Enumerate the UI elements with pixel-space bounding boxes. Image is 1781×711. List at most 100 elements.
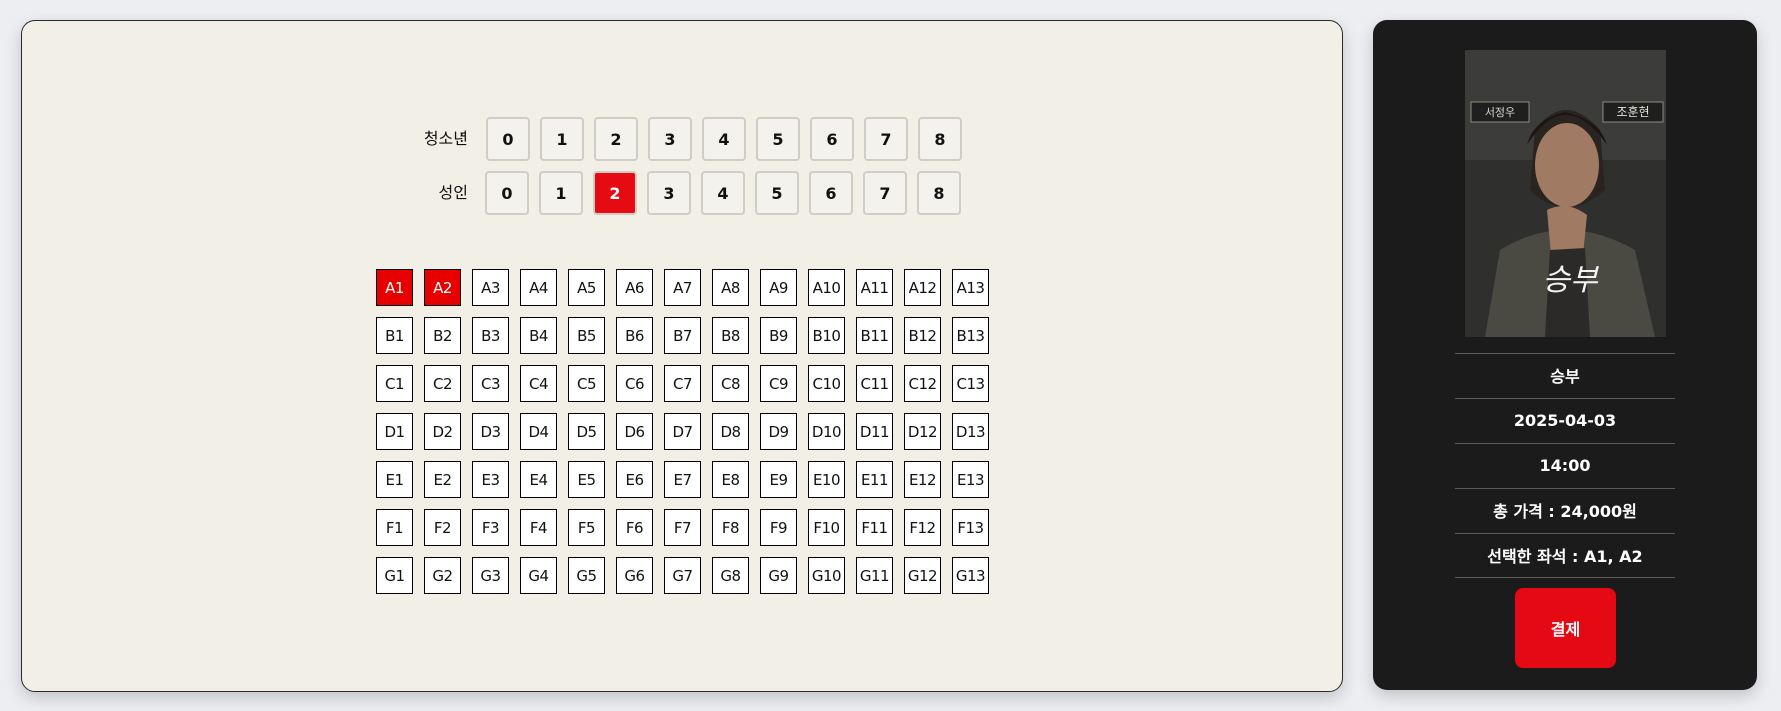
seat-A9[interactable]: A9 (760, 269, 797, 306)
seat-F10[interactable]: F10 (808, 509, 845, 546)
seat-B1[interactable]: B1 (376, 317, 413, 354)
seat-map: A1 A2 A3 A4 A5 A6 A7 A8 A9 A10 A11 A12 A13 B1 B2 B3 B4 B5… (22, 21, 1342, 691)
seat-F9[interactable]: F9 (760, 509, 797, 546)
seat-C1[interactable]: C1 (376, 365, 413, 402)
poster-nameplate-left: 서정우 (1485, 106, 1515, 119)
seat-D4[interactable]: D4 (520, 413, 557, 450)
seat-F11[interactable]: F11 (856, 509, 893, 546)
seat-B10[interactable]: B10 (808, 317, 845, 354)
seat-B7[interactable]: B7 (664, 317, 701, 354)
seat-F13[interactable]: F13 (952, 509, 989, 546)
poster-illustration: 서정우 조훈현 승부 (1465, 50, 1666, 337)
seat-D3[interactable]: D3 (472, 413, 509, 450)
seat-E13[interactable]: E13 (952, 461, 989, 498)
seat-D5[interactable]: D5 (568, 413, 605, 450)
seat-F6[interactable]: F6 (616, 509, 653, 546)
seat-B3[interactable]: B3 (472, 317, 509, 354)
seat-A5[interactable]: A5 (568, 269, 605, 306)
seat-E10[interactable]: E10 (808, 461, 845, 498)
seat-G6[interactable]: G6 (616, 557, 653, 594)
selected-seats: 선택한 좌석 : A1, A2 (1487, 547, 1643, 566)
seat-A6[interactable]: A6 (616, 269, 653, 306)
seat-A8[interactable]: A8 (712, 269, 749, 306)
seat-E1[interactable]: E1 (376, 461, 413, 498)
seat-F12[interactable]: F12 (904, 509, 941, 546)
movie-poster: 서정우 조훈현 승부 (1465, 50, 1666, 337)
seat-C5[interactable]: C5 (568, 365, 605, 402)
seat-E2[interactable]: E2 (424, 461, 461, 498)
seat-B9[interactable]: B9 (760, 317, 797, 354)
seat-D9[interactable]: D9 (760, 413, 797, 450)
seat-D2[interactable]: D2 (424, 413, 461, 450)
seat-G4[interactable]: G4 (520, 557, 557, 594)
seat-C12[interactable]: C12 (904, 365, 941, 402)
seat-G11[interactable]: G11 (856, 557, 893, 594)
seat-E7[interactable]: E7 (664, 461, 701, 498)
seat-D11[interactable]: D11 (856, 413, 893, 450)
seat-E11[interactable]: E11 (856, 461, 893, 498)
seat-B13[interactable]: B13 (952, 317, 989, 354)
seat-G8[interactable]: G8 (712, 557, 749, 594)
seat-G2[interactable]: G2 (424, 557, 461, 594)
seat-D10[interactable]: D10 (808, 413, 845, 450)
seat-B6[interactable]: B6 (616, 317, 653, 354)
seat-D7[interactable]: D7 (664, 413, 701, 450)
booking-panel: 청소년 : 012345678 성인 : 012345678 A1 A2 A3 A4 A… (21, 20, 1343, 692)
seat-B11[interactable]: B11 (856, 317, 893, 354)
seat-B5[interactable]: B5 (568, 317, 605, 354)
seat-C4[interactable]: C4 (520, 365, 557, 402)
seat-F2[interactable]: F2 (424, 509, 461, 546)
seat-A1[interactable]: A1 (376, 269, 413, 306)
seat-F8[interactable]: F8 (712, 509, 749, 546)
seat-G7[interactable]: G7 (664, 557, 701, 594)
seat-A3[interactable]: A3 (472, 269, 509, 306)
seat-C11[interactable]: C11 (856, 365, 893, 402)
seat-C8[interactable]: C8 (712, 365, 749, 402)
pay-button[interactable]: 결제 (1515, 588, 1616, 668)
seat-A4[interactable]: A4 (520, 269, 557, 306)
seat-D6[interactable]: D6 (616, 413, 653, 450)
seat-F4[interactable]: F4 (520, 509, 557, 546)
seat-G9[interactable]: G9 (760, 557, 797, 594)
seat-A11[interactable]: A11 (856, 269, 893, 306)
seat-B4[interactable]: B4 (520, 317, 557, 354)
booking-summary: 서정우 조훈현 승부 승부 2025-04-03 14:00 총 가격 : 24… (1373, 20, 1757, 690)
seat-A12[interactable]: A12 (904, 269, 941, 306)
seat-C10[interactable]: C10 (808, 365, 845, 402)
seat-G5[interactable]: G5 (568, 557, 605, 594)
seat-C7[interactable]: C7 (664, 365, 701, 402)
seat-B12[interactable]: B12 (904, 317, 941, 354)
seat-C9[interactable]: C9 (760, 365, 797, 402)
seat-B2[interactable]: B2 (424, 317, 461, 354)
seat-E9[interactable]: E9 (760, 461, 797, 498)
seat-D8[interactable]: D8 (712, 413, 749, 450)
seat-E8[interactable]: E8 (712, 461, 749, 498)
seat-B8[interactable]: B8 (712, 317, 749, 354)
seat-E3[interactable]: E3 (472, 461, 509, 498)
seat-E4[interactable]: E4 (520, 461, 557, 498)
seat-A7[interactable]: A7 (664, 269, 701, 306)
seat-G3[interactable]: G3 (472, 557, 509, 594)
seat-F1[interactable]: F1 (376, 509, 413, 546)
seat-A2[interactable]: A2 (424, 269, 461, 306)
seat-A10[interactable]: A10 (808, 269, 845, 306)
seat-A13[interactable]: A13 (952, 269, 989, 306)
seat-E6[interactable]: E6 (616, 461, 653, 498)
seat-G10[interactable]: G10 (808, 557, 845, 594)
seat-E12[interactable]: E12 (904, 461, 941, 498)
seat-F3[interactable]: F3 (472, 509, 509, 546)
seat-E5[interactable]: E5 (568, 461, 605, 498)
seat-F5[interactable]: F5 (568, 509, 605, 546)
show-date: 2025-04-03 (1513, 410, 1617, 430)
seat-C13[interactable]: C13 (952, 365, 989, 402)
seat-G13[interactable]: G13 (952, 557, 989, 594)
seat-C6[interactable]: C6 (616, 365, 653, 402)
seat-G12[interactable]: G12 (904, 557, 941, 594)
seat-D12[interactable]: D12 (904, 413, 941, 450)
seat-C2[interactable]: C2 (424, 365, 461, 402)
seat-F7[interactable]: F7 (664, 509, 701, 546)
seat-D1[interactable]: D1 (376, 413, 413, 450)
seat-C3[interactable]: C3 (472, 365, 509, 402)
seat-G1[interactable]: G1 (376, 557, 413, 594)
seat-D13[interactable]: D13 (952, 413, 989, 450)
